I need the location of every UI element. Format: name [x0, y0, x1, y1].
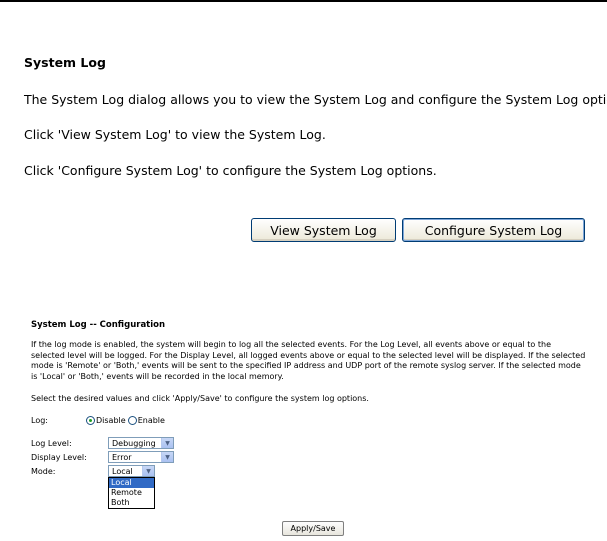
configure-hint: Click 'Configure System Log' to configur… — [24, 163, 437, 178]
config-description: If the log mode is enabled, the system w… — [31, 340, 586, 381]
log-level-select[interactable]: Debugging ▼ — [108, 437, 174, 449]
configure-system-log-button[interactable]: Configure System Log — [402, 218, 585, 242]
mode-option-local[interactable]: Local — [109, 478, 154, 488]
log-radio-group: Disable Enable — [86, 416, 167, 425]
mode-select[interactable]: Local ▼ — [108, 465, 155, 477]
log-disable-label[interactable]: Disable — [96, 416, 126, 425]
config-instruction: Select the desired values and click 'App… — [31, 394, 369, 403]
mode-label: Mode: — [31, 467, 56, 476]
log-level-value: Debugging — [112, 438, 156, 448]
log-level-label: Log Level: — [31, 439, 72, 448]
display-level-label: Display Level: — [31, 453, 87, 462]
log-enable-radio[interactable] — [127, 416, 137, 425]
chevron-down-icon[interactable]: ▼ — [142, 466, 154, 476]
apply-save-button[interactable]: Apply/Save — [282, 521, 344, 536]
view-hint: Click 'View System Log' to view the Syst… — [24, 127, 326, 142]
mode-option-remote[interactable]: Remote — [109, 488, 154, 498]
page-description: The System Log dialog allows you to view… — [24, 92, 607, 107]
config-title: System Log -- Configuration — [31, 320, 166, 330]
chevron-down-icon[interactable]: ▼ — [161, 438, 173, 448]
view-system-log-button[interactable]: View System Log — [251, 218, 396, 242]
mode-dropdown-list: Local Remote Both — [108, 477, 155, 509]
log-disable-radio[interactable] — [86, 416, 95, 425]
top-divider — [0, 0, 607, 2]
log-enable-label[interactable]: Enable — [138, 416, 165, 425]
mode-value: Local — [112, 466, 133, 476]
log-label: Log: — [31, 416, 48, 425]
mode-option-both[interactable]: Both — [109, 498, 154, 508]
page-title: System Log — [24, 55, 106, 70]
chevron-down-icon[interactable]: ▼ — [161, 452, 173, 462]
display-level-value: Error — [112, 452, 132, 462]
display-level-select[interactable]: Error ▼ — [108, 451, 174, 463]
